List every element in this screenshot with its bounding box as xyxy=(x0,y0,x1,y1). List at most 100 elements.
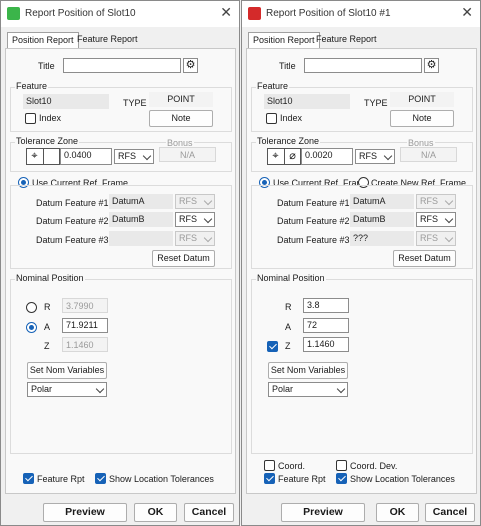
a-radio[interactable] xyxy=(26,322,37,333)
feature-name: Slot10 xyxy=(23,94,109,109)
datum-1-modifier-value: RFS xyxy=(420,196,438,206)
datum-2-modifier[interactable]: RFS xyxy=(416,212,456,227)
coord-type-value: Polar xyxy=(272,384,294,394)
cancel-button[interactable]: Cancel xyxy=(184,503,234,522)
r-value: 3.7990 xyxy=(62,298,108,313)
right-dialog: Report Position of Slot10 #1 ✕ Position … xyxy=(241,0,481,526)
material-condition-select[interactable]: RFS xyxy=(114,149,154,164)
gear-icon[interactable]: ⚙ xyxy=(424,58,439,73)
z-input[interactable]: 1.1460 xyxy=(303,337,349,352)
tolerance-group-label: Tolerance Zone xyxy=(256,136,321,146)
position-report-panel: Title ⚙ Feature Slot10 TYPE POINT Index … xyxy=(5,48,236,494)
tab-feature-report[interactable]: Feature Report xyxy=(312,32,381,48)
coord-dev-checkbox[interactable] xyxy=(336,460,347,471)
position-symbol-icon: ⌖ xyxy=(272,150,279,162)
datum-3-label: Datum Feature #3 xyxy=(36,235,109,245)
datum-1-modifier[interactable]: RFS xyxy=(416,194,456,209)
note-button[interactable]: Note xyxy=(149,110,213,127)
feature-rpt-label: Feature Rpt xyxy=(278,474,326,484)
coord-dev-label: Coord. Dev. xyxy=(350,461,398,471)
r-radio[interactable] xyxy=(26,302,37,313)
chevron-down-icon xyxy=(444,196,454,206)
app-icon xyxy=(248,7,261,20)
datum-1-value: DatumA xyxy=(109,194,173,209)
type-label: TYPE xyxy=(364,98,388,108)
r-input[interactable]: 3.8 xyxy=(303,298,349,313)
title-label: Title xyxy=(38,61,55,71)
z-checkbox[interactable] xyxy=(267,341,278,352)
tolerance-input[interactable]: 0.0400 xyxy=(60,148,112,165)
feature-name: Slot10 xyxy=(264,94,350,109)
r-label: R xyxy=(44,302,51,312)
feature-rpt-checkbox[interactable] xyxy=(264,473,275,484)
feature-rpt-label: Feature Rpt xyxy=(37,474,85,484)
tolerance-symbol-box[interactable]: ⌖ ⌀ xyxy=(267,148,301,165)
material-condition-value: RFS xyxy=(118,151,136,161)
show-location-tolerances-checkbox[interactable] xyxy=(95,473,106,484)
datum-3-modifier-value: RFS xyxy=(179,233,197,243)
coord-type-select[interactable]: Polar xyxy=(27,382,107,397)
title-label: Title xyxy=(279,61,296,71)
note-button[interactable]: Note xyxy=(390,110,454,127)
set-nom-variables-button[interactable]: Set Nom Variables xyxy=(27,362,107,379)
datum-2-modifier[interactable]: RFS xyxy=(175,212,215,227)
coord-label: Coord. xyxy=(278,461,306,471)
show-location-tolerances-checkbox[interactable] xyxy=(336,473,347,484)
a-label: A xyxy=(285,322,292,332)
position-report-panel: Title ⚙ Feature Slot10 TYPE POINT Index … xyxy=(246,48,477,494)
reset-datum-button[interactable]: Reset Datum xyxy=(393,250,456,267)
datum-1-modifier[interactable]: RFS xyxy=(175,194,215,209)
datum-3-value xyxy=(109,231,173,246)
datum-3-modifier[interactable]: RFS xyxy=(175,231,215,246)
preview-button[interactable]: Preview xyxy=(281,503,365,522)
datum-2-modifier-value: RFS xyxy=(420,214,438,224)
left-dialog: Report Position of Slot10 ✕ Position Rep… xyxy=(0,0,240,526)
tab-feature-report[interactable]: Feature Report xyxy=(73,32,142,48)
tolerance-input[interactable]: 0.0020 xyxy=(301,148,353,165)
index-label: Index xyxy=(39,113,62,123)
close-icon[interactable]: ✕ xyxy=(461,4,473,21)
chevron-down-icon xyxy=(444,233,454,243)
material-condition-value: RFS xyxy=(359,151,377,161)
close-icon[interactable]: ✕ xyxy=(220,4,232,21)
type-label: TYPE xyxy=(123,98,147,108)
tab-position-report[interactable]: Position Report xyxy=(248,32,320,49)
datum-3-modifier[interactable]: RFS xyxy=(416,231,456,246)
reset-datum-button[interactable]: Reset Datum xyxy=(152,250,215,267)
chevron-down-icon xyxy=(142,151,152,161)
chevron-down-icon xyxy=(203,233,213,243)
coord-type-select[interactable]: Polar xyxy=(268,382,348,397)
datum-2-label: Datum Feature #2 xyxy=(36,216,109,226)
z-label: Z xyxy=(285,341,291,351)
tab-position-report[interactable]: Position Report xyxy=(7,32,79,49)
index-checkbox[interactable] xyxy=(266,113,277,124)
left-titlebar: Report Position of Slot10 ✕ xyxy=(1,1,239,27)
datum-3-label: Datum Feature #3 xyxy=(277,235,350,245)
ok-button[interactable]: OK xyxy=(376,503,419,522)
chevron-down-icon xyxy=(203,196,213,206)
bonus-value: N/A xyxy=(159,147,216,162)
show-location-tolerances-label: Show Location Tolerances xyxy=(350,474,455,484)
title-input[interactable] xyxy=(63,58,181,73)
a-label: A xyxy=(44,322,51,332)
chevron-down-icon xyxy=(383,151,393,161)
a-input[interactable]: 72 xyxy=(303,318,349,333)
feature-rpt-checkbox[interactable] xyxy=(23,473,34,484)
preview-button[interactable]: Preview xyxy=(43,503,127,522)
gear-icon[interactable]: ⚙ xyxy=(183,58,198,73)
title-input[interactable] xyxy=(304,58,422,73)
coord-checkbox[interactable] xyxy=(264,460,275,471)
cancel-button[interactable]: Cancel xyxy=(425,503,475,522)
z-label: Z xyxy=(44,341,50,351)
datum-2-modifier-value: RFS xyxy=(179,214,197,224)
a-input[interactable]: 71.9211 xyxy=(62,318,108,333)
ok-button[interactable]: OK xyxy=(134,503,177,522)
set-nom-variables-button[interactable]: Set Nom Variables xyxy=(268,362,348,379)
index-label: Index xyxy=(280,113,303,123)
index-checkbox[interactable] xyxy=(25,113,36,124)
material-condition-select[interactable]: RFS xyxy=(355,149,395,164)
bonus-value: N/A xyxy=(400,147,457,162)
tolerance-symbol-box[interactable]: ⌖ xyxy=(26,148,60,165)
chevron-down-icon xyxy=(336,384,346,394)
window-title: Report Position of Slot10 #1 xyxy=(266,8,391,19)
